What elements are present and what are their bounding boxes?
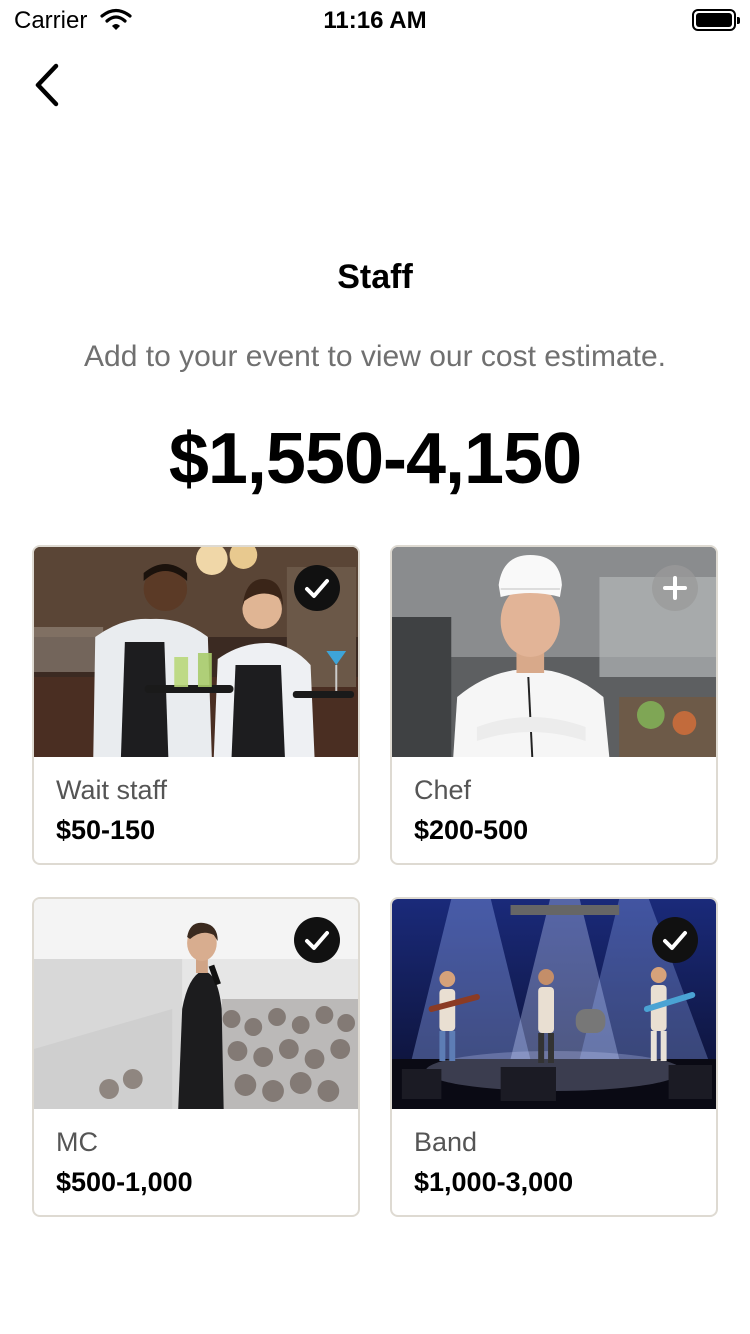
- staff-price: $200-500: [414, 815, 529, 845]
- staff-price: $500-1,000: [56, 1167, 193, 1197]
- staff-name: Wait staff: [56, 775, 168, 805]
- staff-name: Chef: [414, 775, 472, 805]
- staff-name: Band: [414, 1127, 478, 1157]
- staff-toggle-band[interactable]: [652, 917, 698, 963]
- staff-card-mc[interactable]: MC $500-1,000: [32, 897, 360, 1217]
- staff-price: $50-150: [56, 815, 156, 845]
- check-icon: [294, 565, 340, 611]
- status-bar: Carrier 11:16 AM: [0, 0, 750, 40]
- staff-toggle-chef[interactable]: [652, 565, 698, 611]
- staff-name: MC: [56, 1127, 98, 1157]
- staff-card-band[interactable]: Band $1,000-3,000: [390, 897, 718, 1217]
- staff-toggle-wait-staff[interactable]: [294, 565, 340, 611]
- cost-estimate-total: $1,550-4,150: [168, 419, 582, 499]
- staff-card-chef[interactable]: Chef $200-500: [390, 545, 718, 865]
- back-button[interactable]: [28, 60, 72, 110]
- page-title: Staff: [337, 258, 413, 296]
- check-icon: [652, 917, 698, 963]
- page-subtitle: Add to your event to view our cost estim…: [84, 340, 666, 373]
- plus-icon: [652, 565, 698, 611]
- status-time: 11:16 AM: [323, 7, 427, 34]
- staff-card-wait-staff[interactable]: Wait staff $50-150: [32, 545, 360, 865]
- chevron-left-icon: [35, 63, 59, 107]
- staff-toggle-mc[interactable]: [294, 917, 340, 963]
- battery-icon: [692, 9, 740, 31]
- check-icon: [294, 917, 340, 963]
- staff-price: $1,000-3,000: [414, 1167, 574, 1197]
